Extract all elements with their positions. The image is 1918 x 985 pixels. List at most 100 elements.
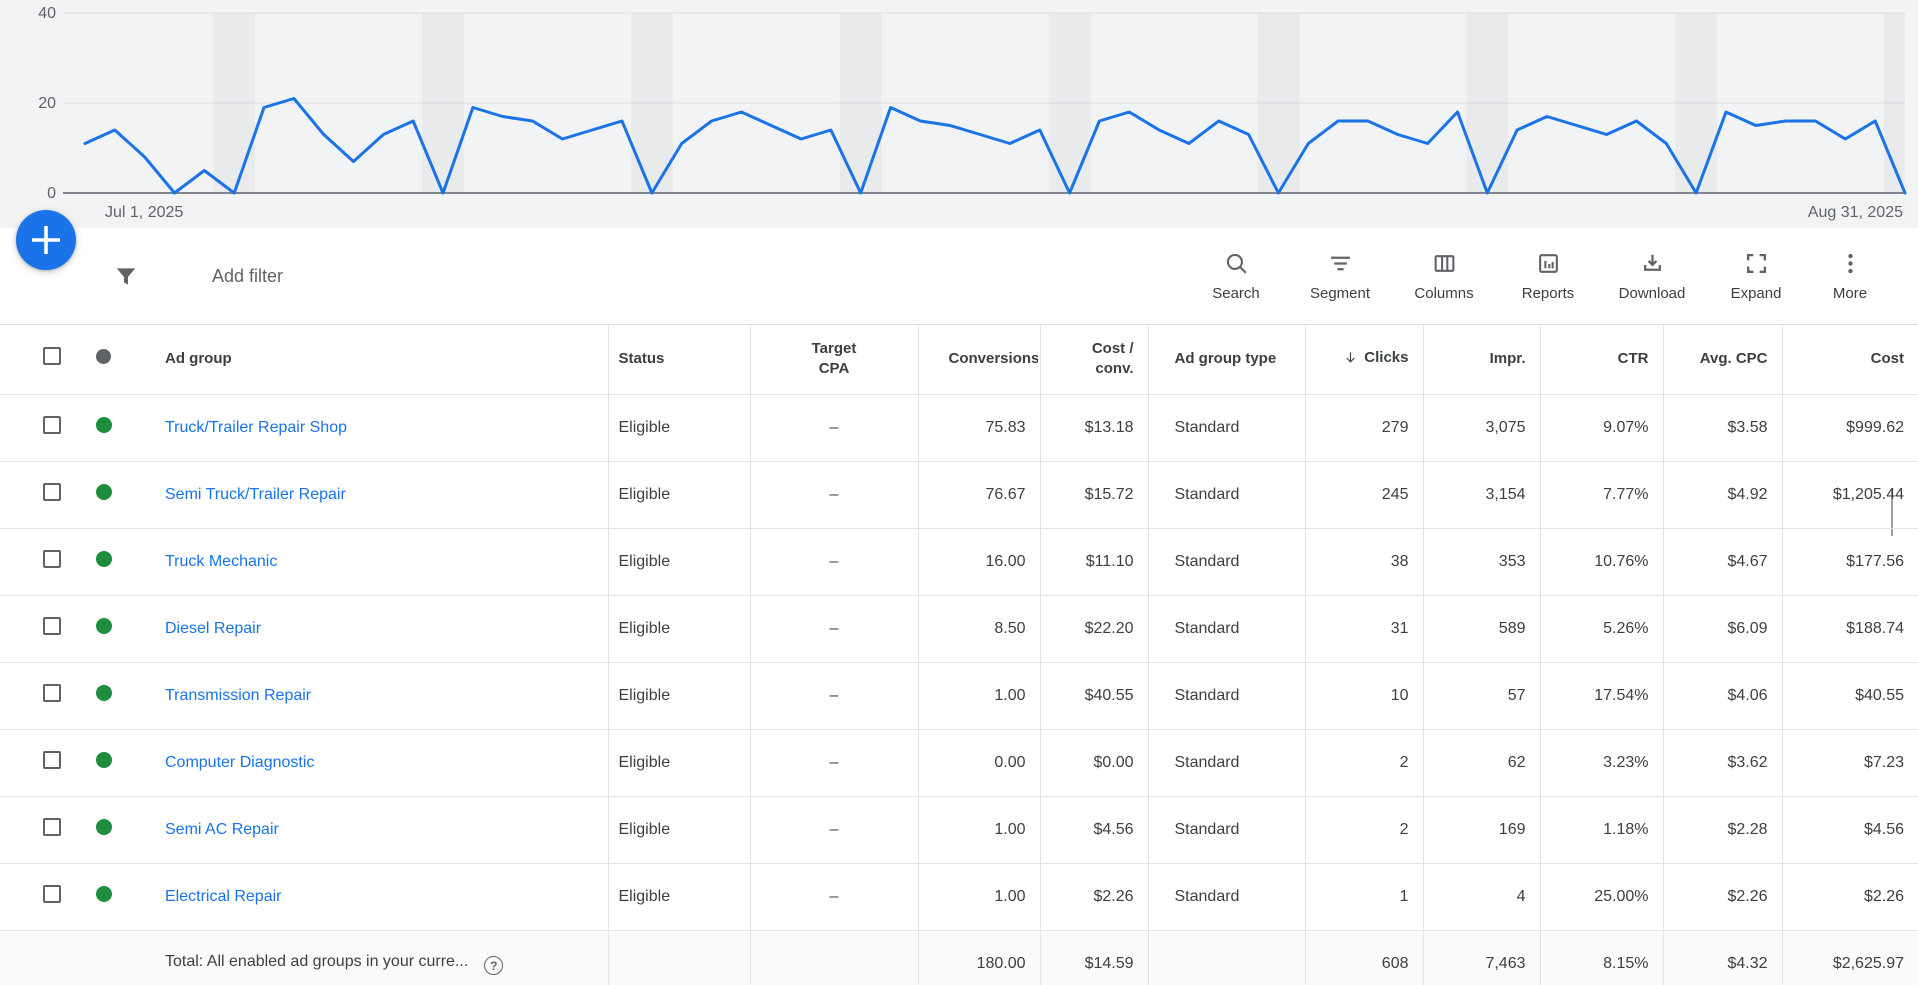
more-icon [1838, 251, 1863, 276]
row-checkbox[interactable] [43, 751, 61, 769]
segment-button[interactable]: Segment [1288, 251, 1392, 302]
plus-icon [16, 210, 76, 270]
col-header-impr[interactable]: Impr. [1423, 325, 1540, 394]
ctr-cell: 3.23% [1540, 729, 1663, 796]
total-cost-per-conv-cell: $14.59 [1040, 930, 1148, 985]
enabled-status-icon [96, 484, 112, 500]
clicks-cell: 2 [1305, 796, 1423, 863]
ad-group-link[interactable]: Semi AC Repair [165, 821, 279, 838]
total-clicks-cell: 608 [1305, 930, 1423, 985]
clicks-cell: 10 [1305, 662, 1423, 729]
ad-group-link[interactable]: Truck/Trailer Repair Shop [165, 419, 347, 436]
status-dot-header [75, 325, 155, 394]
col-header-target-cpa[interactable]: Target CPA [750, 325, 918, 394]
columns-button[interactable]: Columns [1392, 251, 1496, 302]
y-axis-tick-label: 20 [38, 95, 56, 112]
header-row: Ad group Status Target CPA Conversions C… [0, 325, 1918, 394]
search-icon [1224, 251, 1249, 276]
add-filter-button[interactable]: Add filter [113, 228, 283, 325]
ad-group-type-cell: Standard [1148, 863, 1305, 930]
target-cpa-cell: – [750, 394, 918, 461]
ad-group-link[interactable]: Truck Mechanic [165, 553, 277, 570]
ad-group-link[interactable]: Electrical Repair [165, 888, 281, 905]
row-checkbox[interactable] [43, 416, 61, 434]
col-header-conversions[interactable]: Conversions [918, 325, 1040, 394]
total-ctr-cell: 8.15% [1540, 930, 1663, 985]
clicks-line-chart: 02040Jul 1, 2025Aug 31, 2025 [0, 0, 1918, 228]
row-status-cell [75, 796, 155, 863]
segment-icon [1328, 251, 1353, 276]
row-select-cell [0, 595, 75, 662]
total-avg-cpc-cell: $4.32 [1663, 930, 1782, 985]
col-header-avg-cpc[interactable]: Avg. CPC [1663, 325, 1782, 394]
ad-group-type-cell: Standard [1148, 394, 1305, 461]
ad-group-link[interactable]: Diesel Repair [165, 620, 261, 637]
add-button[interactable] [16, 210, 76, 270]
target-cpa-cell: – [750, 729, 918, 796]
avg-cpc-cell: $3.62 [1663, 729, 1782, 796]
status-cell: Eligible [608, 394, 750, 461]
impr-cell: 3,075 [1423, 394, 1540, 461]
row-checkbox[interactable] [43, 818, 61, 836]
impr-cell: 3,154 [1423, 461, 1540, 528]
cost-per-conv-cell: $13.18 [1040, 394, 1148, 461]
avg-cpc-cell: $2.28 [1663, 796, 1782, 863]
enabled-status-icon [96, 752, 112, 768]
row-checkbox[interactable] [43, 617, 61, 635]
expand-label: Expand [1731, 285, 1782, 302]
col-header-cost[interactable]: Cost [1782, 325, 1918, 394]
ad-group-link[interactable]: Computer Diagnostic [165, 754, 314, 771]
row-select-cell [0, 528, 75, 595]
enabled-status-icon [96, 551, 112, 567]
ctr-cell: 10.76% [1540, 528, 1663, 595]
conversions-cell: 8.50 [918, 595, 1040, 662]
row-checkbox[interactable] [43, 550, 61, 568]
ad-group-link[interactable]: Transmission Repair [165, 687, 311, 704]
col-header-status[interactable]: Status [608, 325, 750, 394]
download-button[interactable]: Download [1600, 251, 1704, 302]
cost-per-conv-cell: $0.00 [1040, 729, 1148, 796]
total-status-cell [608, 930, 750, 985]
row-select-cell [0, 394, 75, 461]
conversions-cell: 1.00 [918, 662, 1040, 729]
enabled-status-icon [96, 685, 112, 701]
search-button[interactable]: Search [1184, 251, 1288, 302]
table-row: Truck Mechanic Eligible – 16.00 $11.10 S… [0, 528, 1918, 595]
ad-groups-table: Ad group Status Target CPA Conversions C… [0, 325, 1918, 985]
row-checkbox[interactable] [43, 684, 61, 702]
row-select-cell [0, 461, 75, 528]
col-header-ad-group-type[interactable]: Ad group type [1148, 325, 1305, 394]
more-button[interactable]: More [1808, 251, 1892, 302]
avg-cpc-cell: $2.26 [1663, 863, 1782, 930]
help-icon[interactable]: ? [484, 956, 503, 975]
ad-group-cell: Electrical Repair [155, 863, 608, 930]
impr-cell: 62 [1423, 729, 1540, 796]
col-header-clicks[interactable]: Clicks [1305, 325, 1423, 394]
total-conversions-cell: 180.00 [918, 930, 1040, 985]
reports-button[interactable]: Reports [1496, 251, 1600, 302]
ad-group-cell: Truck Mechanic [155, 528, 608, 595]
col-header-ctr[interactable]: CTR [1540, 325, 1663, 394]
target-cpa-cell: – [750, 662, 918, 729]
row-select-cell [0, 662, 75, 729]
ctr-cell: 7.77% [1540, 461, 1663, 528]
reports-label: Reports [1522, 285, 1575, 302]
row-status-cell [75, 662, 155, 729]
total-impr-cell: 7,463 [1423, 930, 1540, 985]
ad-group-link[interactable]: Semi Truck/Trailer Repair [165, 486, 346, 503]
enabled-status-icon [96, 886, 112, 902]
select-all-checkbox[interactable] [43, 347, 61, 365]
clicks-cell: 31 [1305, 595, 1423, 662]
conversions-cell: 75.83 [918, 394, 1040, 461]
cost-cell: $999.62 [1782, 394, 1918, 461]
cost-cell: $2.26 [1782, 863, 1918, 930]
row-checkbox[interactable] [43, 885, 61, 903]
total-empty-cell [75, 930, 155, 985]
conversions-cell: 76.67 [918, 461, 1040, 528]
col-header-cost-per-conv[interactable]: Cost / conv. [1040, 325, 1148, 394]
row-checkbox[interactable] [43, 483, 61, 501]
table-toolbar: Add filter Search Segment Columns Report… [0, 228, 1918, 325]
cost-per-conv-cell: $2.26 [1040, 863, 1148, 930]
col-header-ad-group[interactable]: Ad group [155, 325, 608, 394]
expand-button[interactable]: Expand [1704, 251, 1808, 302]
